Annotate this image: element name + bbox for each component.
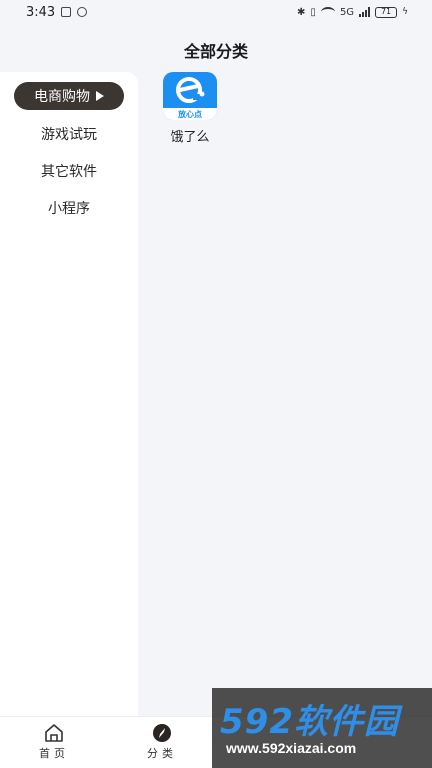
sidebar-item-label: 电商购物	[34, 89, 90, 105]
compass-icon	[153, 724, 171, 742]
status-time: 3:43	[26, 4, 56, 20]
page-title: 全部分类	[183, 42, 248, 61]
nav-category[interactable]: 分类	[132, 723, 192, 767]
sidebar-item-label: 其它软件	[41, 164, 97, 180]
sidebar-item-other-software[interactable]: 其它软件	[14, 157, 124, 185]
wifi-icon	[320, 7, 335, 17]
signal-icon	[359, 7, 371, 17]
sidebar-item-label: 游戏试玩	[41, 127, 97, 143]
status-right: ✱ ▯ 5G 71 ϟ	[297, 6, 408, 18]
status-bar: 3:43 ✱ ▯ 5G 71 ϟ	[0, 0, 432, 24]
play-icon	[96, 91, 104, 101]
watermark-brand: 592软件园	[220, 702, 399, 742]
network-type: 5G	[339, 6, 355, 18]
nav-home[interactable]: 首页	[24, 723, 84, 767]
sidebar-item-label: 小程序	[48, 201, 90, 217]
app-tile-eleme[interactable]: 放心点 饿了么	[158, 72, 222, 145]
sidebar-item-ecommerce[interactable]: 电商购物	[14, 82, 124, 110]
alarm-icon	[77, 7, 88, 17]
sidebar-item-mini-program[interactable]: 小程序	[14, 194, 124, 222]
nav-label: 首页	[39, 747, 69, 760]
charging-icon: ϟ	[402, 7, 408, 17]
bluetooth-icon: ✱	[297, 6, 306, 18]
app-badge: 放心点	[163, 108, 217, 120]
vibrate-icon: ▯	[310, 6, 316, 18]
watermark: 592软件园 www.592xiazai.com	[212, 688, 432, 768]
notification-icon	[61, 7, 72, 17]
status-left: 3:43	[26, 4, 88, 20]
eleme-icon: 放心点	[163, 72, 217, 120]
sidebar-item-games[interactable]: 游戏试玩	[14, 120, 124, 148]
nav-label: 分类	[147, 747, 177, 760]
battery-level: 71	[380, 7, 392, 16]
battery-icon: 71	[375, 6, 398, 18]
watermark-url: www.592xiazai.com	[226, 740, 357, 756]
home-icon	[45, 724, 63, 742]
app-name: 饿了么	[170, 130, 210, 145]
category-sidebar: 电商购物 游戏试玩 其它软件 小程序	[0, 72, 138, 716]
